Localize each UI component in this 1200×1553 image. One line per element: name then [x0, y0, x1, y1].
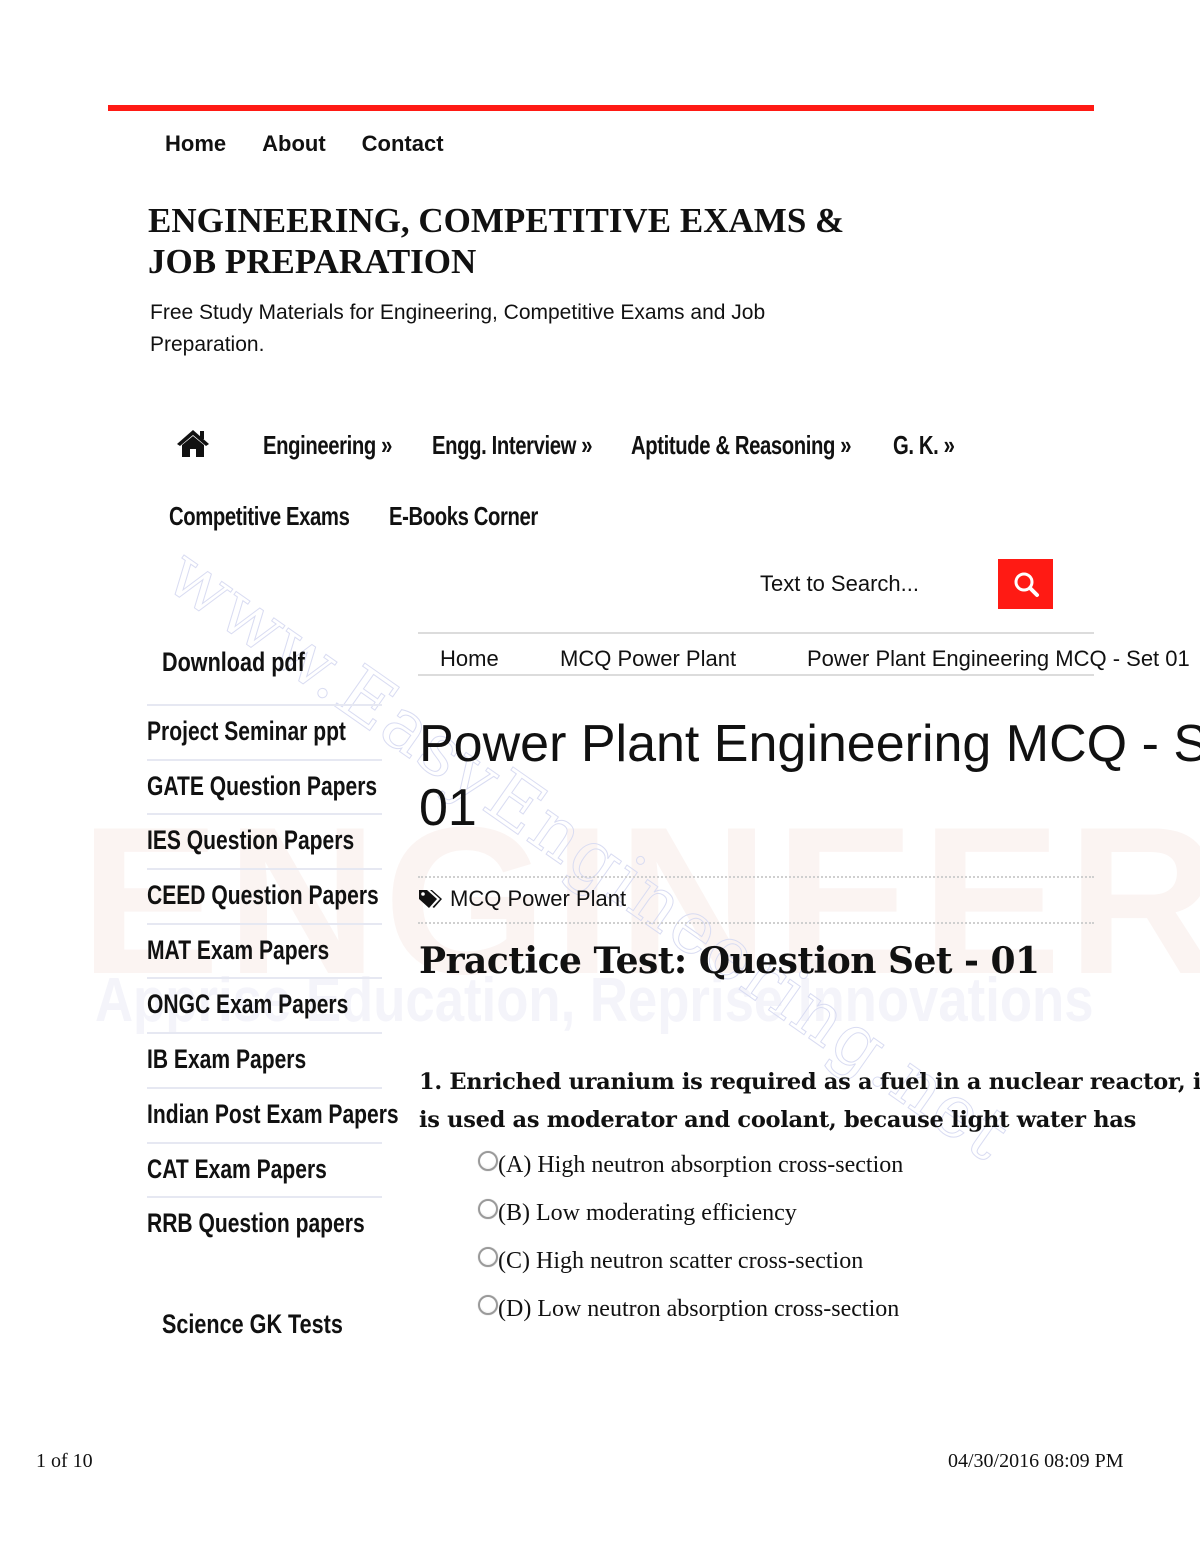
- sidebar-item-label[interactable]: MAT Exam Papers: [147, 935, 329, 966]
- top-nav: Home About Contact: [165, 131, 444, 157]
- tags-icon: [419, 890, 442, 908]
- breadcrumb-current: Power Plant Engineering MCQ - Set 01: [807, 646, 1190, 671]
- question-text-line-2: is used as moderator and coolant, becaus…: [419, 1107, 1136, 1133]
- sidebar-item-label[interactable]: IES Question Papers: [147, 825, 354, 856]
- divider: [418, 876, 1094, 878]
- top-nav-home[interactable]: Home: [165, 131, 226, 157]
- page-counter: 1 of 10: [36, 1450, 93, 1472]
- divider: [418, 922, 1094, 924]
- sidebar-item[interactable]: CEED Question Papers: [147, 868, 382, 923]
- print-timestamp: 04/30/2016 08:09 PM: [948, 1450, 1124, 1472]
- breadcrumb-category[interactable]: MCQ Power Plant: [560, 646, 736, 672]
- post-label-link[interactable]: MCQ Power Plant: [450, 886, 626, 912]
- option-d[interactable]: (D) Low neutron absorption cross-section: [478, 1292, 903, 1340]
- top-nav-contact[interactable]: Contact: [362, 131, 444, 157]
- question-1: 1. Enriched uranium is required as a fue…: [419, 1063, 1200, 1139]
- sidebar-item-label[interactable]: GATE Question Papers: [147, 771, 377, 802]
- top-accent-bar: [108, 105, 1094, 111]
- radio-button[interactable]: [478, 1199, 498, 1219]
- search-icon: [1014, 572, 1039, 597]
- nav-gk[interactable]: G. K. »: [893, 430, 955, 461]
- practice-heading: Practice Test: Question Set - 01: [419, 940, 1040, 982]
- sidebar-item-label[interactable]: CEED Question Papers: [147, 880, 379, 911]
- search-button[interactable]: [998, 559, 1053, 609]
- sidebar-item[interactable]: IES Question Papers: [147, 813, 382, 868]
- nav-aptitude-reasoning[interactable]: Aptitude & Reasoning »: [631, 430, 852, 461]
- sidebar-item-label[interactable]: ONGC Exam Papers: [147, 989, 348, 1020]
- sidebar-item[interactable]: Project Seminar ppt: [147, 704, 382, 759]
- radio-button[interactable]: [478, 1151, 498, 1171]
- option-b[interactable]: (B) Low moderating efficiency: [478, 1196, 903, 1244]
- sidebar-item[interactable]: ONGC Exam Papers: [147, 977, 382, 1032]
- option-a[interactable]: (A) High neutron absorption cross-sectio…: [478, 1148, 903, 1196]
- answer-options: (A) High neutron absorption cross-sectio…: [478, 1148, 903, 1340]
- sidebar-item[interactable]: GATE Question Papers: [147, 758, 382, 814]
- home-icon[interactable]: [176, 428, 210, 458]
- breadcrumb-home[interactable]: Home: [440, 646, 499, 672]
- nav-competitive-exams[interactable]: Competitive Exams: [169, 501, 350, 532]
- option-label: (D) Low neutron absorption cross-section: [498, 1296, 900, 1322]
- sidebar-item-label[interactable]: RRB Question papers: [147, 1208, 365, 1239]
- nav-engg-interview[interactable]: Engg. Interview »: [432, 430, 593, 461]
- radio-button[interactable]: [478, 1247, 498, 1267]
- search-input[interactable]: [760, 566, 980, 602]
- nav-engineering[interactable]: Engineering »: [263, 430, 392, 461]
- site-tagline: Free Study Materials for Engineering, Co…: [150, 301, 766, 356]
- site-title[interactable]: ENGINEERING, COMPETITIVE EXAMS & JOB PRE…: [148, 200, 848, 282]
- sidebar-heading-download-pdf: Download pdf: [162, 647, 305, 677]
- post-title: Power Plant Engineering MCQ - Set 01: [419, 715, 1200, 837]
- sidebar-item-label[interactable]: CAT Exam Papers: [147, 1154, 327, 1185]
- nav-ebooks-corner[interactable]: E-Books Corner: [389, 501, 538, 532]
- sidebar-heading-science-gk: Science GK Tests: [162, 1309, 343, 1339]
- sidebar-item[interactable]: RRB Question papers: [147, 1196, 382, 1251]
- question-text-line-1: 1. Enriched uranium is required as a fue…: [419, 1069, 1200, 1095]
- option-label: (C) High neutron scatter cross-section: [498, 1248, 864, 1274]
- sidebar-item[interactable]: Indian Post Exam Papers: [147, 1086, 399, 1142]
- sidebar-link-list: Project Seminar ppt GATE Question Papers…: [147, 704, 399, 1251]
- sidebar-item[interactable]: MAT Exam Papers: [147, 922, 382, 978]
- option-label: (B) Low moderating efficiency: [498, 1200, 797, 1226]
- option-c[interactable]: (C) High neutron scatter cross-section: [478, 1244, 903, 1292]
- sidebar-item-label[interactable]: Project Seminar ppt: [147, 716, 346, 747]
- sidebar-item[interactable]: IB Exam Papers: [147, 1032, 382, 1087]
- option-label: (A) High neutron absorption cross-sectio…: [498, 1152, 904, 1178]
- radio-button[interactable]: [478, 1295, 498, 1315]
- post-label: MCQ Power Plant: [418, 886, 626, 912]
- top-nav-about[interactable]: About: [262, 131, 326, 157]
- breadcrumb: Home MCQ Power Plant Power Plant Enginee…: [418, 632, 1190, 676]
- sidebar-item-label[interactable]: IB Exam Papers: [147, 1044, 306, 1075]
- sidebar-item-label[interactable]: Indian Post Exam Papers: [147, 1099, 399, 1130]
- sidebar-item[interactable]: CAT Exam Papers: [147, 1141, 382, 1197]
